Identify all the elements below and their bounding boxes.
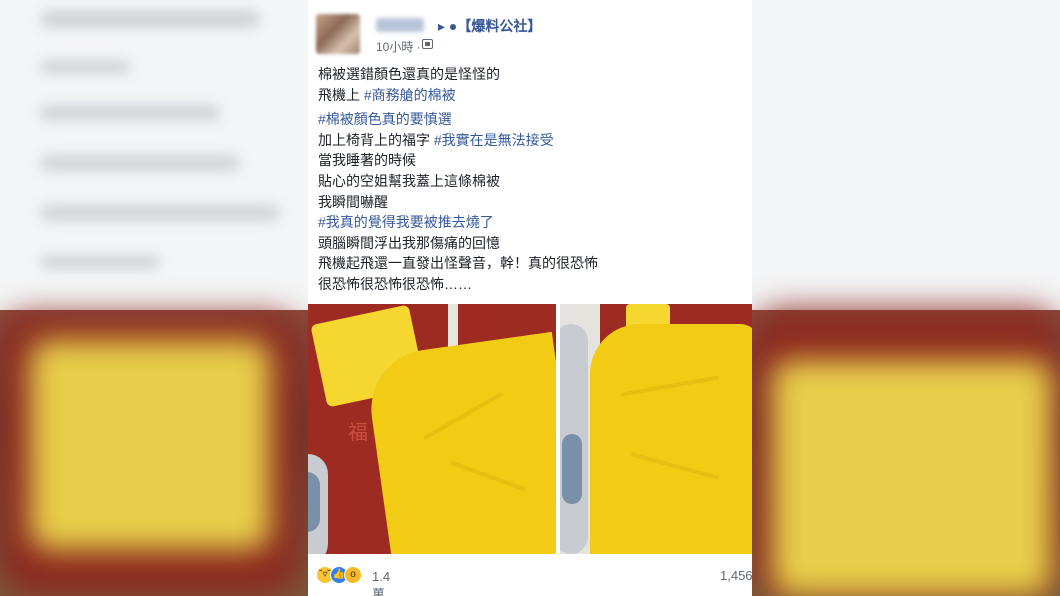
post-line: #我真的覺得我要被推去燒了 xyxy=(318,212,748,233)
post-line: 飛機起飛還一直發出怪聲音，幹！真的很恐怖 xyxy=(318,255,598,272)
seat-emblem: 福 xyxy=(348,420,368,444)
post-header: ▸ ●【爆料公社】 10小時 · xyxy=(316,12,746,56)
comment-share-count[interactable]: 1,456 xyxy=(720,568,752,583)
author-name-redacted[interactable] xyxy=(376,18,424,32)
wow-reaction-icon: o xyxy=(344,566,362,584)
post-line: 頭腦瞬間浮出我那傷痛的回憶 xyxy=(318,234,500,251)
post-line: 我瞬間嚇醒 xyxy=(318,193,388,210)
avatar[interactable] xyxy=(316,14,360,54)
hashtag-link[interactable]: #我實在是無法接受 xyxy=(434,132,554,148)
post-text: 棉被選錯顏色還真的是怪怪的 飛機上 #商務艙的棉被 #棉被顏色真的要慎選 加上椅… xyxy=(318,64,748,295)
post-line: 當我睡著的時候 xyxy=(318,152,416,169)
post-line: 貼心的空姐幫我蓋上這條棉被 xyxy=(318,172,500,189)
hashtag-link[interactable]: #我真的覺得我要被推去燒了 xyxy=(318,214,494,230)
post-line: #棉被顏色真的要慎選 xyxy=(318,109,748,130)
post-timestamp[interactable]: 10小時 · xyxy=(376,38,421,55)
post-photo-2[interactable] xyxy=(560,304,752,554)
post-photo-1[interactable]: 福 福 xyxy=(308,304,556,554)
post-line: 加上椅背上的福字 #我實在是無法接受 xyxy=(318,131,554,148)
hashtag-link[interactable]: #棉被顏色真的要慎選 xyxy=(318,111,452,127)
hashtag-link[interactable]: #商務艙的棉被 xyxy=(364,87,456,103)
background-right xyxy=(752,0,1060,596)
reaction-count: 1.4 萬 xyxy=(372,569,391,596)
group-name-link[interactable]: ▸ ●【爆料公社】 xyxy=(438,16,541,36)
post-card: ▸ ●【爆料公社】 10小時 · 棉被選錯顏色還真的是怪怪的 飛機上 #商務艙的… xyxy=(308,0,752,596)
post-line: 飛機上 #商務艙的棉被 xyxy=(318,86,456,103)
audience-icon xyxy=(422,39,433,49)
background-left xyxy=(0,0,308,596)
post-line: 棉被選錯顏色還真的是怪怪的 xyxy=(318,66,500,82)
post-line: 很恐怖很恐怖很恐怖…… xyxy=(318,275,472,292)
